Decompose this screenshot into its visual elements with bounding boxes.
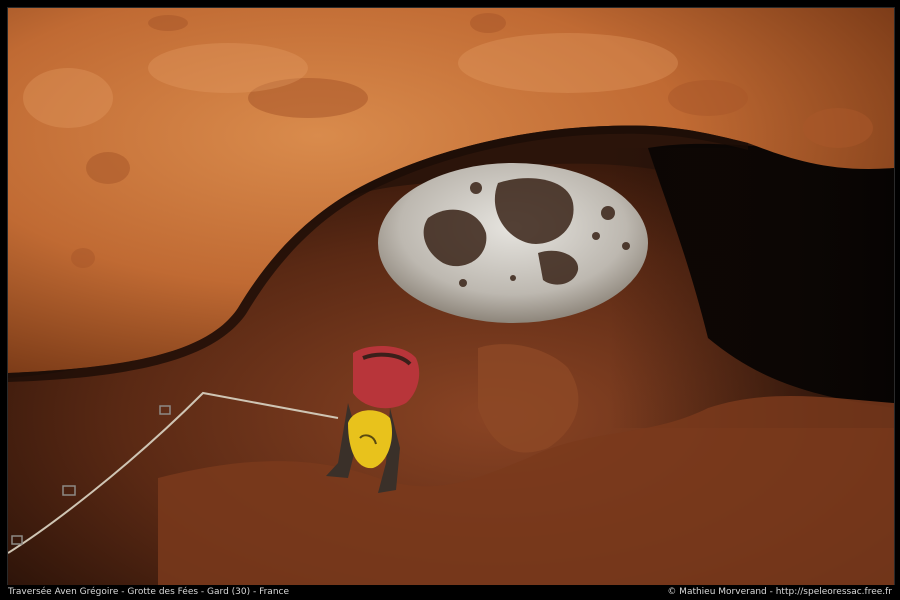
photo-caption-credit: © Mathieu Morverand - http://speleoressa…: [667, 587, 892, 597]
cave-photo: [7, 7, 895, 587]
cave-scene: [8, 8, 894, 586]
photo-caption-location: Traversée Aven Grégoire - Grotte des Fée…: [8, 587, 290, 597]
caption-bar: Traversée Aven Grégoire - Grotte des Fée…: [0, 585, 900, 600]
photo-frame: Traversée Aven Grégoire - Grotte des Fée…: [0, 0, 900, 600]
